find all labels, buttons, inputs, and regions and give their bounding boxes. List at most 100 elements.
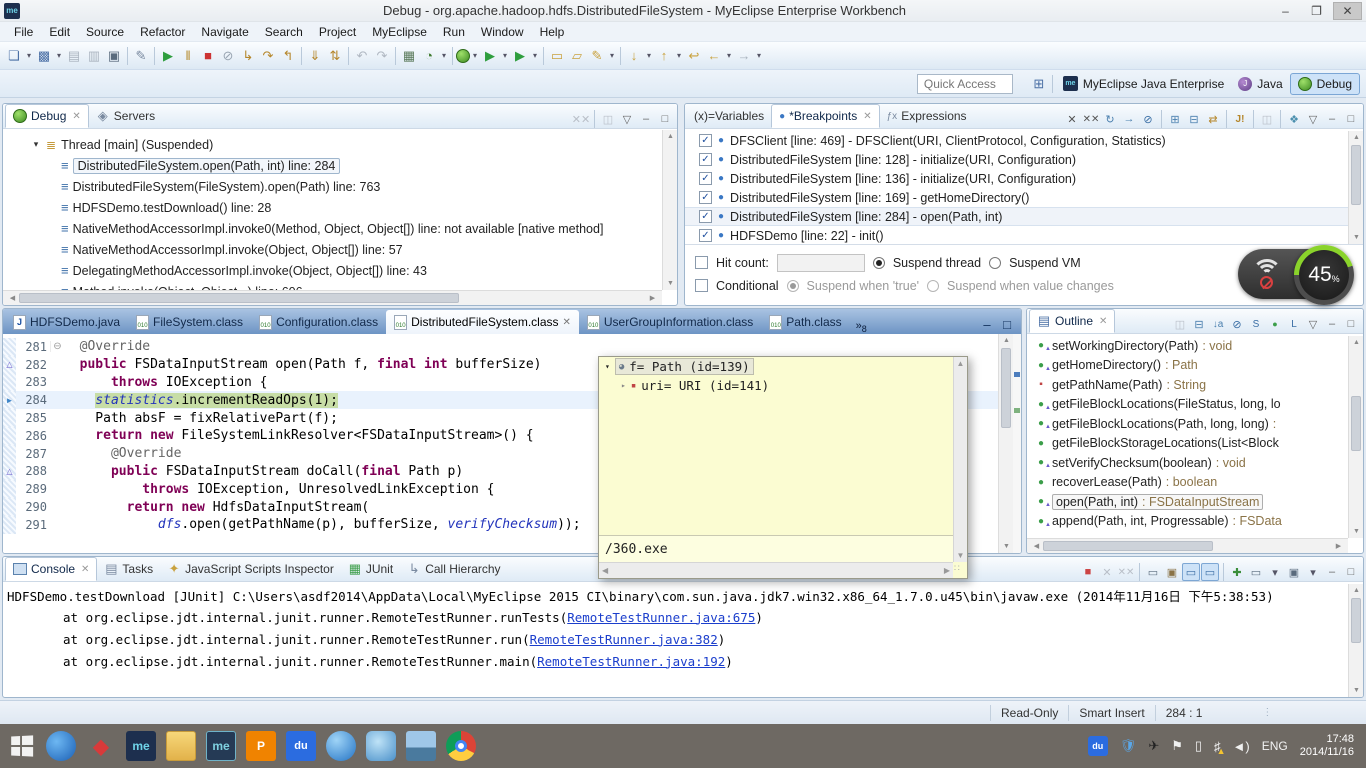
quick-access-input[interactable]: Quick Access [917, 74, 1013, 94]
scroll-right-icon[interactable]: ▶ [1331, 540, 1346, 553]
tray-battery-icon[interactable]: ▯ [1195, 738, 1202, 754]
blue-sphere-app-icon[interactable] [326, 731, 356, 761]
breakpoint-row[interactable]: ✓ ● DFSClient [line: 469] - DFSClient(UR… [685, 131, 1348, 150]
editor-tab-filesystem[interactable]: 010 FileSystem.class [128, 310, 251, 334]
stack-trace-link[interactable]: RemoteTestRunner.java:675 [567, 610, 755, 625]
scroll-left-icon[interactable]: ◀ [602, 566, 608, 575]
profile-icon[interactable]: ▶ [510, 46, 530, 66]
debug-hscrollbar[interactable]: ◀ ▶ [3, 290, 662, 305]
outline-view-menu-icon[interactable]: ▽ [1304, 315, 1322, 333]
expand-all-icon[interactable]: ⊞ [1166, 110, 1184, 128]
variable-inspect-popup[interactable]: ▾ ◕ f= Path (id=139) ▸ ▪ uri= URI (id=14… [598, 356, 968, 579]
minimize-window-button[interactable]: – [1271, 2, 1300, 20]
step-into-icon[interactable]: ↳ [238, 46, 258, 66]
breakpoint-checkbox[interactable]: ✓ [699, 229, 712, 242]
outline-vscrollbar[interactable]: ▲ ▼ [1348, 336, 1363, 538]
tray-volume-icon[interactable]: ◄) [1233, 739, 1250, 754]
debug-dropdown-icon[interactable]: ▾ [470, 46, 480, 66]
popup-vscrollbar[interactable]: ▲ ▼ [953, 357, 967, 562]
java-breakpoint-icon[interactable]: J! [1231, 110, 1249, 128]
menu-run[interactable]: Run [435, 23, 473, 41]
outline-item[interactable]: ●▲open(Path, int): FSDataInputStream [1027, 492, 1348, 512]
breakpoints-list[interactable]: ✓ ● DFSClient [line: 469] - DFSClient(UR… [685, 131, 1348, 244]
stack-frame-row[interactable]: ≡ NativeMethodAccessorImpl.invoke0(Metho… [3, 218, 662, 239]
breakpoint-checkbox[interactable]: ✓ [699, 210, 712, 223]
tab-debug[interactable]: Debug✕ [5, 104, 89, 128]
debug-tree[interactable]: ▾ ≣ Thread [main] (Suspended) ≡ Distribu… [3, 130, 662, 290]
run-dropdown-icon[interactable]: ▾ [500, 46, 510, 66]
bp-relaunch-icon[interactable]: ↻ [1101, 110, 1119, 128]
restore-window-button[interactable]: ❐ [1302, 2, 1331, 20]
terminate-icon[interactable]: ■ [198, 46, 218, 66]
annotation-mark[interactable] [1014, 372, 1020, 377]
popup-expander-icon[interactable]: ▸ [621, 381, 626, 390]
chrome-app-icon[interactable] [446, 731, 476, 761]
myeclipse-app-icon-2[interactable]: me [206, 731, 236, 761]
menu-project[interactable]: Project [311, 23, 364, 41]
step-return-icon[interactable]: ↰ [278, 46, 298, 66]
breakpoint-checkbox[interactable]: ✓ [699, 172, 712, 185]
tab-outline[interactable]: ▤ Outline✕ [1029, 309, 1115, 333]
breakpoint-checkbox[interactable]: ✓ [699, 134, 712, 147]
debug-minimize-icon[interactable]: – [637, 110, 655, 128]
hit-count-checkbox[interactable] [695, 256, 708, 269]
scrollbar-thumb[interactable] [1001, 348, 1011, 428]
menu-window[interactable]: Window [473, 23, 532, 41]
scroll-down-icon[interactable]: ▼ [957, 551, 965, 560]
menu-search[interactable]: Search [257, 23, 311, 41]
perspective-java[interactable]: J Java [1231, 74, 1289, 94]
pin-console-icon[interactable]: ✚ [1228, 563, 1246, 581]
debug-view-menu-icon[interactable]: ▽ [618, 110, 636, 128]
bp-view-menu-icon[interactable]: ▽ [1304, 110, 1322, 128]
tray-flag-icon[interactable]: ⚑ [1171, 738, 1183, 754]
perspective-debug[interactable]: Debug [1290, 73, 1360, 95]
run-history-dropdown-icon[interactable]: ▾ [439, 46, 449, 66]
outline-people-icon[interactable]: ◫ [1171, 315, 1189, 333]
remove-terminated-icon[interactable]: ✕✕ [572, 110, 590, 128]
breakpoint-row-selected[interactable]: ✓ ● DistributedFileSystem [line: 284] - … [685, 207, 1348, 226]
scroll-up-icon[interactable]: ▲ [999, 334, 1014, 347]
forward-dropdown-icon[interactable]: ▾ [754, 46, 764, 66]
prev-annotation-dropdown-icon[interactable]: ▾ [674, 46, 684, 66]
editor-tab-distributedfilesystem[interactable]: 010 DistributedFileSystem.class ✕ [386, 310, 579, 334]
drop-to-frame-icon[interactable]: ⇓ [305, 46, 325, 66]
popup-variable-row[interactable]: ▸ ▪ uri= URI (id=141) [599, 376, 967, 395]
menu-refactor[interactable]: Refactor [132, 23, 193, 41]
tab-breakpoints[interactable]: ● *Breakpoints✕ [771, 104, 879, 128]
outline-collapse-all-icon[interactable]: ⊟ [1190, 315, 1208, 333]
outline-item[interactable]: ●▲getFileBlockLocations(Path, long, long… [1027, 414, 1348, 434]
stack-frame-row[interactable]: ≡ DistributedFileSystem(FileSystem).open… [3, 176, 662, 197]
console-terminate-icon[interactable]: ■ [1079, 563, 1097, 581]
tab-expressions[interactable]: ƒx Expressions [880, 104, 974, 128]
photos-app-icon[interactable] [406, 731, 436, 761]
baidu-du-app-icon[interactable]: du [286, 731, 316, 761]
red-diamond-app-icon[interactable]: ◆ [86, 731, 116, 761]
editor-tab-hdfsdemo[interactable]: J HDFSDemo.java [5, 310, 128, 334]
scroll-left-icon[interactable]: ◀ [5, 292, 20, 305]
editor-tab-path[interactable]: 010 Path.class [761, 310, 849, 334]
menu-edit[interactable]: Edit [41, 23, 78, 41]
outline-item[interactable]: ●▲setWorkingDirectory(Path): void [1027, 336, 1348, 356]
tray-baidu-icon[interactable]: du [1088, 736, 1108, 756]
bp-filters-icon[interactable]: ❖ [1285, 110, 1303, 128]
breakpoint-row[interactable]: ✓ ● HDFSDemo [line: 22] - init() [685, 226, 1348, 244]
menu-myeclipse[interactable]: MyEclipse [364, 23, 435, 41]
perspective-myeclipse[interactable]: me MyEclipse Java Enterprise [1056, 73, 1231, 94]
popup-expander-icon[interactable]: ▾ [605, 362, 610, 371]
debug-people-icon[interactable]: ◫ [599, 110, 617, 128]
menu-source[interactable]: Source [78, 23, 132, 41]
taskbar-clock[interactable]: 17:48 2014/11/16 [1300, 733, 1360, 759]
new-dropdown-icon[interactable]: ▾ [24, 46, 34, 66]
scroll-down-icon[interactable]: ▼ [1349, 525, 1364, 538]
speed-ball-overlay[interactable]: 45 % [1238, 245, 1354, 303]
next-annotation-dropdown-icon[interactable]: ▾ [644, 46, 654, 66]
export-icon[interactable]: ▱ [567, 46, 587, 66]
popup-resize-grip[interactable]: ∷ [954, 563, 966, 577]
start-button[interactable] [6, 731, 36, 761]
editor-tab-configuration[interactable]: 010 Configuration.class [251, 310, 386, 334]
console-minimize-icon[interactable]: – [1323, 563, 1341, 581]
menu-help[interactable]: Help [532, 23, 573, 41]
pptv-app-icon[interactable]: P [246, 731, 276, 761]
tray-app-icon[interactable]: ✈ [1148, 738, 1159, 754]
debug-toolbar-icon[interactable] [456, 49, 470, 63]
